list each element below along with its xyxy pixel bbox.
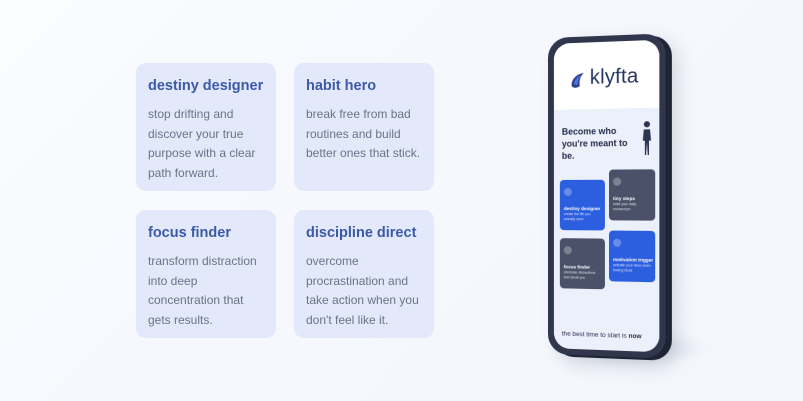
tile-description: create the life you actually want xyxy=(564,212,601,221)
app-footer-tagline: the best time to start is now xyxy=(562,330,642,341)
phone-screen: klyfta Become who you're meant to be. de… xyxy=(554,40,659,353)
app-tile-destiny-designer[interactable]: destiny designer create the life you act… xyxy=(560,180,605,231)
app-headline: Become who you're meant to be. xyxy=(562,125,633,162)
tile-icon xyxy=(564,246,572,254)
person-figure-icon xyxy=(641,120,653,157)
feature-card-discipline-direct: discipline direct overcome procrastinati… xyxy=(294,210,434,338)
card-title: discipline direct xyxy=(306,224,423,242)
app-tile-motivation-trigger[interactable]: motivation trigger activate your drive w… xyxy=(609,231,655,283)
tile-description: eliminate distractions that derail you xyxy=(564,270,601,280)
app-tile-focus-finder[interactable]: focus finder eliminate distractions that… xyxy=(560,238,605,289)
footer-prefix: the best time to start is xyxy=(562,330,629,339)
feature-card-habit-hero: habit hero break free from bad routines … xyxy=(294,63,434,191)
card-title: habit hero xyxy=(306,77,423,95)
tile-description: activate your drive when feeling stuck xyxy=(613,263,651,273)
phone-mockup: klyfta Become who you're meant to be. de… xyxy=(548,33,670,359)
klyfta-logo-icon xyxy=(569,71,587,90)
app-body: Become who you're meant to be. destiny d… xyxy=(554,108,659,353)
tile-description: build your daily momentum xyxy=(613,202,651,211)
feature-cards: destiny designer stop drifting and disco… xyxy=(136,63,436,339)
card-description: overcome procrastination and take action… xyxy=(306,252,423,330)
tile-icon xyxy=(613,239,621,247)
card-title: destiny designer xyxy=(148,77,265,95)
card-description: break free from bad routines and build b… xyxy=(306,105,423,164)
app-header: klyfta xyxy=(554,40,659,110)
tile-icon xyxy=(613,178,621,186)
feature-card-focus-finder: focus finder transform distraction into … xyxy=(136,210,276,338)
card-description: transform distraction into deep concentr… xyxy=(148,252,265,330)
footer-emphasis: now xyxy=(628,333,641,341)
brand-name: klyfta xyxy=(590,64,639,90)
card-title: focus finder xyxy=(148,224,265,242)
card-description: stop drifting and discover your true pur… xyxy=(148,105,265,183)
app-tile-tiny-steps[interactable]: tiny steps build your daily momentum xyxy=(609,169,655,220)
tile-icon xyxy=(564,188,572,196)
feature-card-destiny-designer: destiny designer stop drifting and disco… xyxy=(136,63,276,191)
